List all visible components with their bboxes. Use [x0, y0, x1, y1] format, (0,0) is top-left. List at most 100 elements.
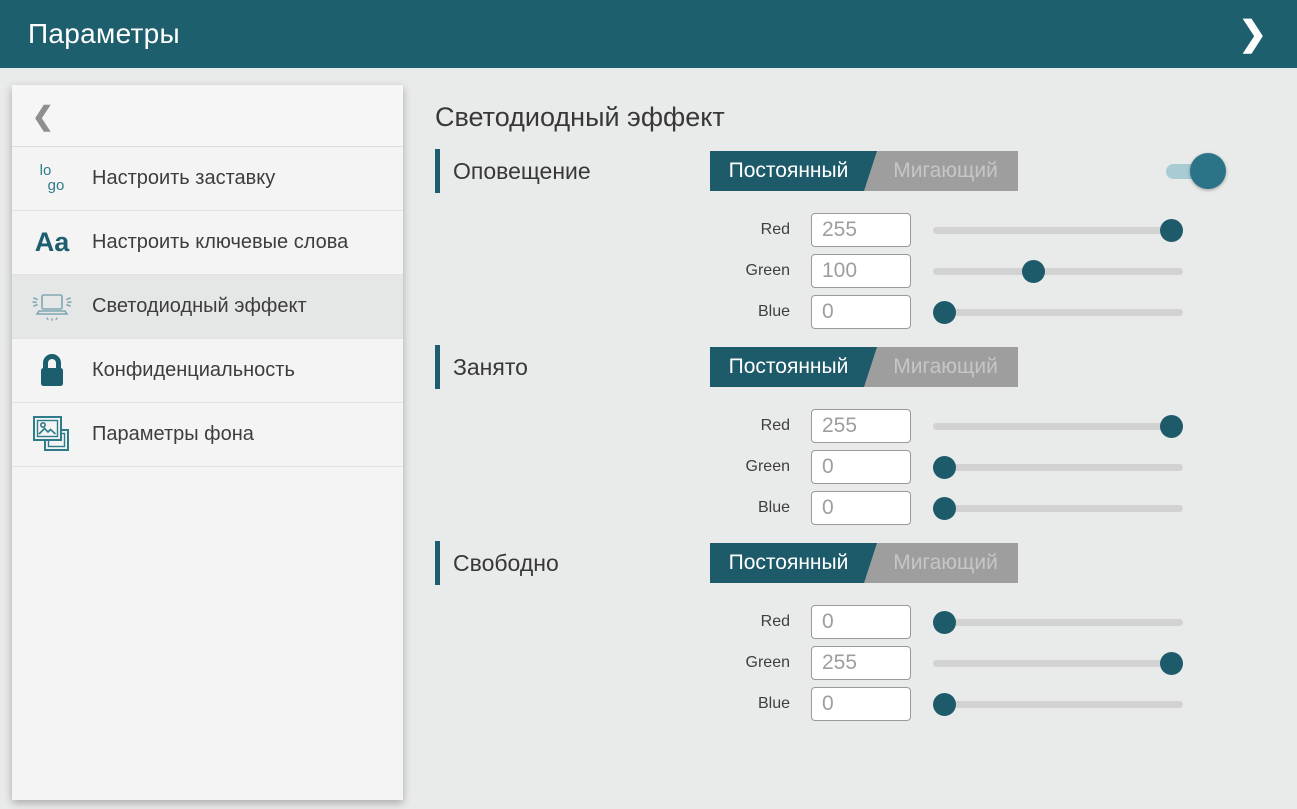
- red-slider: [933, 409, 1183, 443]
- red-slider: [933, 213, 1183, 247]
- red-label: Red: [435, 613, 790, 631]
- sidebar-back-button[interactable]: ❮: [12, 85, 403, 147]
- blue-label: Blue: [435, 303, 790, 321]
- rgb-row-blue: Blue: [435, 491, 1230, 525]
- mode-option-solid[interactable]: Постоянный: [710, 151, 877, 191]
- green-slider-thumb[interactable]: [1160, 652, 1183, 675]
- sidebar-item-label: Настроить ключевые слова: [92, 229, 354, 256]
- mode-option-solid[interactable]: Постоянный: [710, 543, 877, 583]
- red-label: Red: [435, 221, 790, 239]
- rgb-row-red: Red: [435, 409, 1230, 443]
- logo-icon: lo go: [12, 164, 92, 193]
- slider-track[interactable]: [933, 268, 1183, 275]
- red-slider-thumb[interactable]: [1160, 415, 1183, 438]
- green-label: Green: [435, 458, 790, 476]
- mode-option-blinking[interactable]: Мигающий: [873, 543, 1018, 583]
- logo-icon-line2: go: [48, 179, 65, 193]
- section-header: Занято Мигающий Постоянный: [435, 344, 1230, 390]
- section-header: Оповещение Мигающий Постоянный: [435, 148, 1230, 194]
- red-slider: [933, 605, 1183, 639]
- section-free: Свободно Мигающий Постоянный Red Green: [435, 540, 1230, 721]
- blue-value-input[interactable]: [811, 491, 911, 525]
- mode-option-solid[interactable]: Постоянный: [710, 347, 877, 387]
- blue-label: Blue: [435, 499, 790, 517]
- section-busy: Занято Мигающий Постоянный Red Green: [435, 344, 1230, 525]
- rgb-row-red: Red: [435, 213, 1230, 247]
- green-label: Green: [435, 654, 790, 672]
- blue-value-input[interactable]: [811, 687, 911, 721]
- slider-track[interactable]: [933, 227, 1183, 234]
- rgb-row-green: Green: [435, 450, 1230, 484]
- led-screen-icon: [12, 289, 92, 325]
- lock-icon: [12, 352, 92, 390]
- red-slider-thumb[interactable]: [933, 611, 956, 634]
- led-effect-panel: Светодиодный эффект Оповещение Мигающий …: [435, 90, 1230, 728]
- sidebar-item-keywords[interactable]: Aa Настроить ключевые слова: [12, 211, 403, 275]
- blue-slider: [933, 491, 1183, 525]
- page-title: Параметры: [28, 18, 180, 50]
- blue-value-input[interactable]: [811, 295, 911, 329]
- switch-knob: [1190, 153, 1226, 189]
- red-value-input[interactable]: [811, 409, 911, 443]
- section-accent-bar: [435, 345, 440, 389]
- expand-chevron-icon[interactable]: ❯: [1233, 13, 1274, 55]
- rgb-controls: Red Green Blue: [435, 409, 1230, 525]
- green-slider: [933, 254, 1183, 288]
- red-label: Red: [435, 417, 790, 435]
- rgb-row-green: Green: [435, 254, 1230, 288]
- red-value-input[interactable]: [811, 213, 911, 247]
- slider-track[interactable]: [933, 660, 1183, 667]
- red-value-input[interactable]: [811, 605, 911, 639]
- sidebar-item-privacy[interactable]: Конфиденциальность: [12, 339, 403, 403]
- section-accent-bar: [435, 149, 440, 193]
- sidebar-item-label: Светодиодный эффект: [92, 293, 313, 320]
- rgb-controls: Red Green Blue: [435, 213, 1230, 329]
- blue-slider-thumb[interactable]: [933, 693, 956, 716]
- green-value-input[interactable]: [811, 450, 911, 484]
- mode-option-blinking[interactable]: Мигающий: [873, 347, 1018, 387]
- green-label: Green: [435, 262, 790, 280]
- rgb-row-blue: Blue: [435, 687, 1230, 721]
- blue-slider: [933, 295, 1183, 329]
- mode-option-blinking[interactable]: Мигающий: [873, 151, 1018, 191]
- section-label: Оповещение: [453, 158, 673, 185]
- mode-toggle: Мигающий Постоянный: [710, 347, 1018, 387]
- slider-track[interactable]: [933, 423, 1183, 430]
- sidebar-item-label: Настроить заставку: [92, 165, 281, 192]
- green-slider: [933, 646, 1183, 680]
- rgb-row-green: Green: [435, 646, 1230, 680]
- mode-toggle: Мигающий Постоянный: [710, 151, 1018, 191]
- slider-track[interactable]: [933, 505, 1183, 512]
- blue-slider-thumb[interactable]: [933, 301, 956, 324]
- sidebar-item-led-effect[interactable]: Светодиодный эффект: [12, 275, 403, 339]
- blue-slider-thumb[interactable]: [933, 497, 956, 520]
- green-slider: [933, 450, 1183, 484]
- sidebar-item-background[interactable]: Параметры фона: [12, 403, 403, 467]
- slider-track[interactable]: [933, 701, 1183, 708]
- background-image-icon: [12, 414, 92, 456]
- green-slider-thumb[interactable]: [1022, 260, 1045, 283]
- notification-switch[interactable]: [1166, 151, 1226, 191]
- green-slider-thumb[interactable]: [933, 456, 956, 479]
- content-title: Светодиодный эффект: [435, 102, 1230, 133]
- red-slider-thumb[interactable]: [1160, 219, 1183, 242]
- rgb-row-blue: Blue: [435, 295, 1230, 329]
- keywords-aa-icon: Aa: [12, 229, 92, 256]
- sidebar-item-screensaver[interactable]: lo go Настроить заставку: [12, 147, 403, 211]
- settings-window: Параметры ❯ ❮ lo go Настроить заставку A…: [0, 0, 1297, 809]
- mode-toggle: Мигающий Постоянный: [710, 543, 1018, 583]
- settings-sidebar: ❮ lo go Настроить заставку Aa Настроить …: [12, 85, 403, 800]
- slider-track[interactable]: [933, 309, 1183, 316]
- back-chevron-icon: ❮: [32, 103, 54, 129]
- rgb-row-red: Red: [435, 605, 1230, 639]
- green-value-input[interactable]: [811, 254, 911, 288]
- blue-slider: [933, 687, 1183, 721]
- section-header: Свободно Мигающий Постоянный: [435, 540, 1230, 586]
- slider-track[interactable]: [933, 619, 1183, 626]
- slider-track[interactable]: [933, 464, 1183, 471]
- section-accent-bar: [435, 541, 440, 585]
- section-label: Занято: [453, 354, 673, 381]
- section-label: Свободно: [453, 550, 673, 577]
- green-value-input[interactable]: [811, 646, 911, 680]
- blue-label: Blue: [435, 695, 790, 713]
